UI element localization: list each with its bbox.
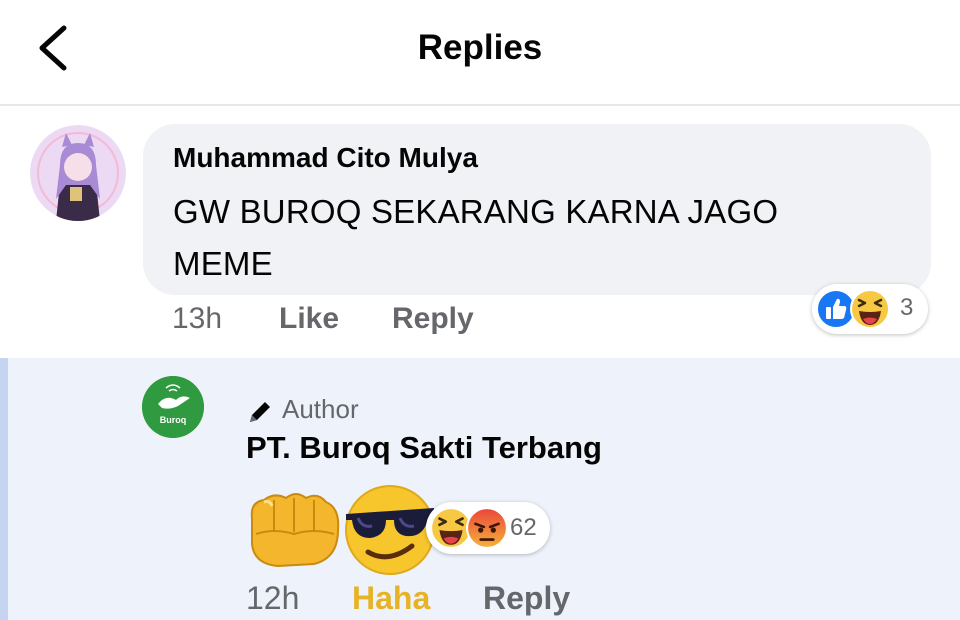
avatar-logo-text: Buroq (160, 415, 187, 425)
haha-icon (850, 289, 890, 329)
like-button[interactable]: Like (279, 302, 339, 336)
reply-thread: Buroq Author PT. Buroq Sakti Terbang 62 … (0, 358, 960, 620)
reply-button[interactable]: Reply (483, 580, 570, 617)
reply-author-name[interactable]: PT. Buroq Sakti Terbang (246, 430, 602, 466)
avatar[interactable] (30, 125, 126, 221)
thread-indicator (0, 358, 8, 620)
top-bar: Replies (0, 0, 960, 106)
haha-reaction-button[interactable]: Haha (352, 580, 430, 617)
author-badge-label: Author (282, 394, 359, 424)
pencil-icon (250, 402, 270, 422)
sunglasses-emoji (345, 485, 435, 575)
comment-bubble[interactable]: Muhammad Cito Mulya GW BUROQ SEKARANG KA… (143, 124, 931, 295)
page-title: Replies (417, 28, 543, 67)
comment-author-name[interactable]: Muhammad Cito Mulya (173, 142, 478, 174)
reaction-count: 62 (510, 514, 537, 541)
comment-text: GW BUROQ SEKARANG KARNA JAGO MEME (173, 193, 779, 282)
reply-timestamp: 12h (246, 580, 300, 616)
reply-button[interactable]: Reply (392, 302, 474, 336)
author-avatar[interactable]: Buroq (142, 376, 204, 438)
angry-icon (466, 507, 508, 549)
fist-emoji (250, 493, 340, 568)
reaction-count: 3 (900, 294, 914, 321)
comment-timestamp: 13h (172, 302, 223, 335)
reply-reaction-summary[interactable]: 62 (426, 502, 550, 554)
reaction-summary[interactable]: 3 (812, 284, 928, 334)
